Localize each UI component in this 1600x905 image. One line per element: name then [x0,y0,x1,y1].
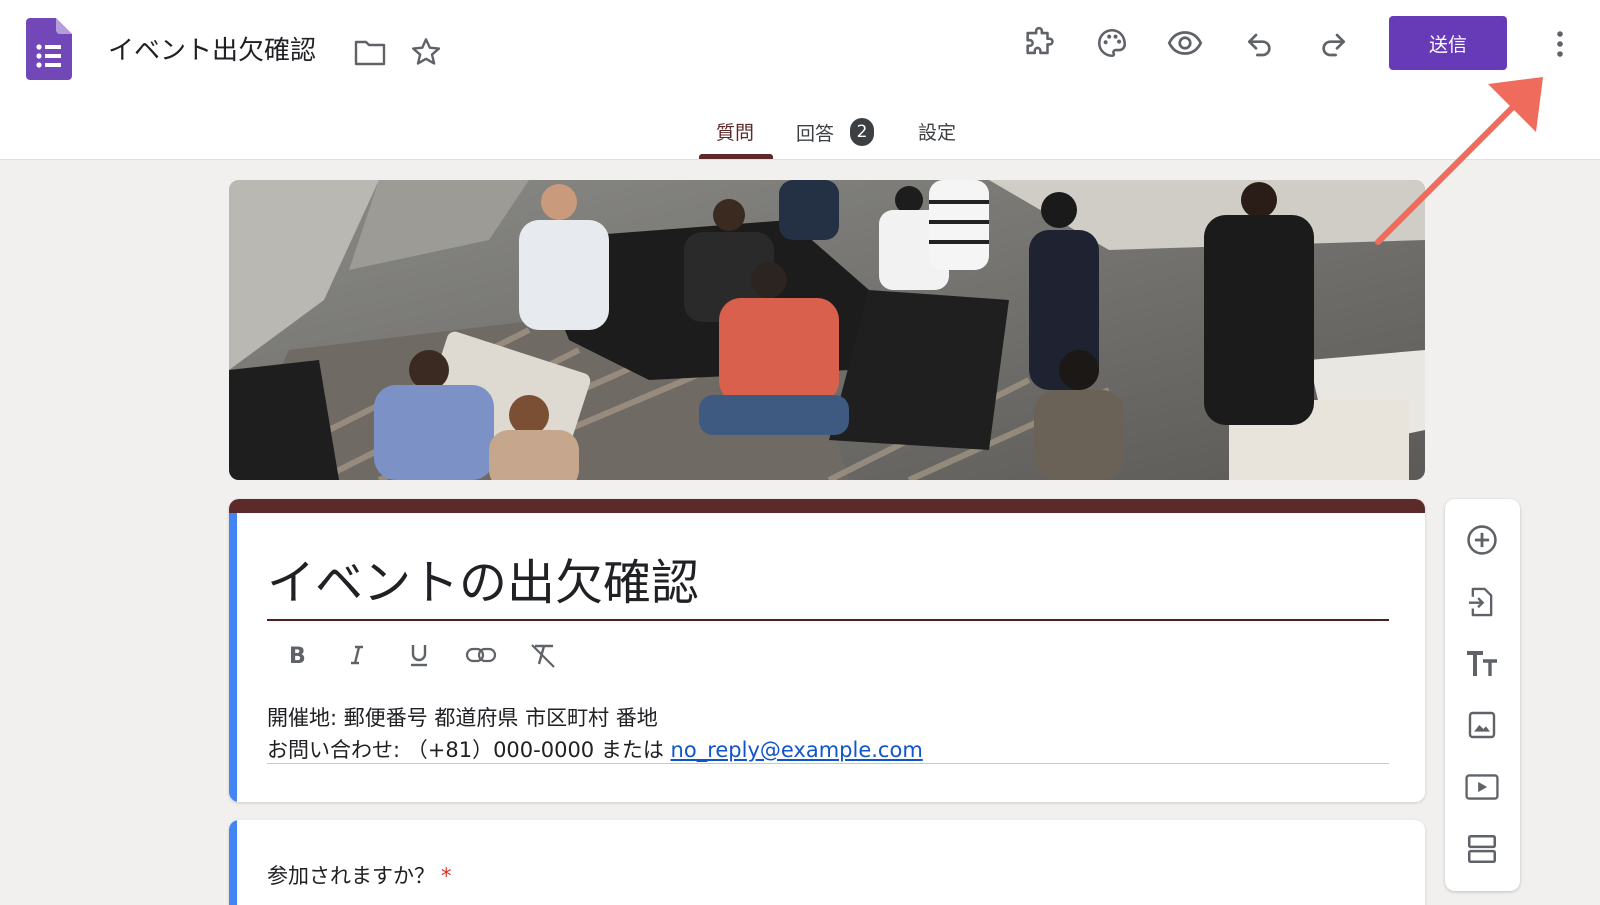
palette-icon[interactable] [1091,22,1133,64]
title-underline [267,619,1389,621]
send-button[interactable]: 送信 [1389,16,1507,70]
redo-icon[interactable] [1312,22,1354,64]
response-count-badge: 2 [850,118,875,146]
active-tab-indicator [699,154,773,159]
theme-color-bar [229,499,1425,513]
add-section-icon[interactable] [1461,828,1503,870]
italic-icon[interactable] [337,635,377,675]
addon-puzzle-icon[interactable] [1018,22,1060,64]
svg-text:B: B [289,644,306,667]
description-underline [267,763,1389,764]
folder-icon[interactable] [352,34,388,70]
add-image-icon[interactable] [1461,704,1503,746]
more-vert-icon[interactable] [1540,24,1580,64]
star-icon[interactable] [408,34,444,70]
description-line-contact: お問い合わせ: （+81）000-0000 または no_reply@examp… [267,734,923,766]
document-title[interactable]: イベント出欠確認 [108,30,316,67]
contact-email-link[interactable]: no_reply@example.com [671,738,923,762]
add-question-icon[interactable] [1461,519,1503,561]
tab-responses[interactable]: 回答 2 [796,118,875,146]
form-title[interactable]: イベントの出欠確認 [267,543,699,613]
question-text: 参加されますか？ [267,864,435,888]
google-forms-logo-icon[interactable] [26,18,72,80]
floating-side-toolbar [1445,499,1520,891]
question-card-indicator [229,820,237,905]
import-questions-icon[interactable] [1461,581,1503,623]
link-icon[interactable] [461,635,501,675]
tab-responses-label: 回答 [796,122,835,145]
contact-prefix: お問い合わせ: （+81）000-0000 または [267,738,671,762]
tab-settings[interactable]: 設定 [918,118,956,145]
tab-settings-label: 設定 [918,122,957,144]
tab-questions[interactable]: 質問 [716,118,754,145]
form-title-card[interactable]: イベントの出欠確認 B 開催地: 郵便番号 都道府県 市区町村 番地 お問い合わ… [229,499,1425,802]
tab-questions-label: 質問 [716,122,755,144]
underline-icon[interactable] [399,635,439,675]
form-description[interactable]: 開催地: 郵便番号 都道府県 市区町村 番地 お問い合わせ: （+81）000-… [267,702,923,766]
add-title-icon[interactable] [1461,643,1503,685]
add-video-icon[interactable] [1461,766,1503,808]
bold-icon[interactable]: B [277,635,317,675]
app-header: イベント出欠確認 送信 質問 回答 2 設定 [0,0,1600,160]
clear-format-icon[interactable] [523,635,563,675]
question-card[interactable]: 参加されますか？ * [229,820,1425,905]
required-mark: * [441,864,452,888]
description-line-location: 開催地: 郵便番号 都道府県 市区町村 番地 [267,706,658,730]
form-tabs: 質問 回答 2 設定 [0,110,1600,160]
undo-icon[interactable] [1239,22,1281,64]
header-banner-image [229,180,1425,480]
question-title[interactable]: 参加されますか？ * [267,860,452,890]
preview-eye-icon[interactable] [1164,22,1206,64]
active-card-indicator [229,513,237,802]
